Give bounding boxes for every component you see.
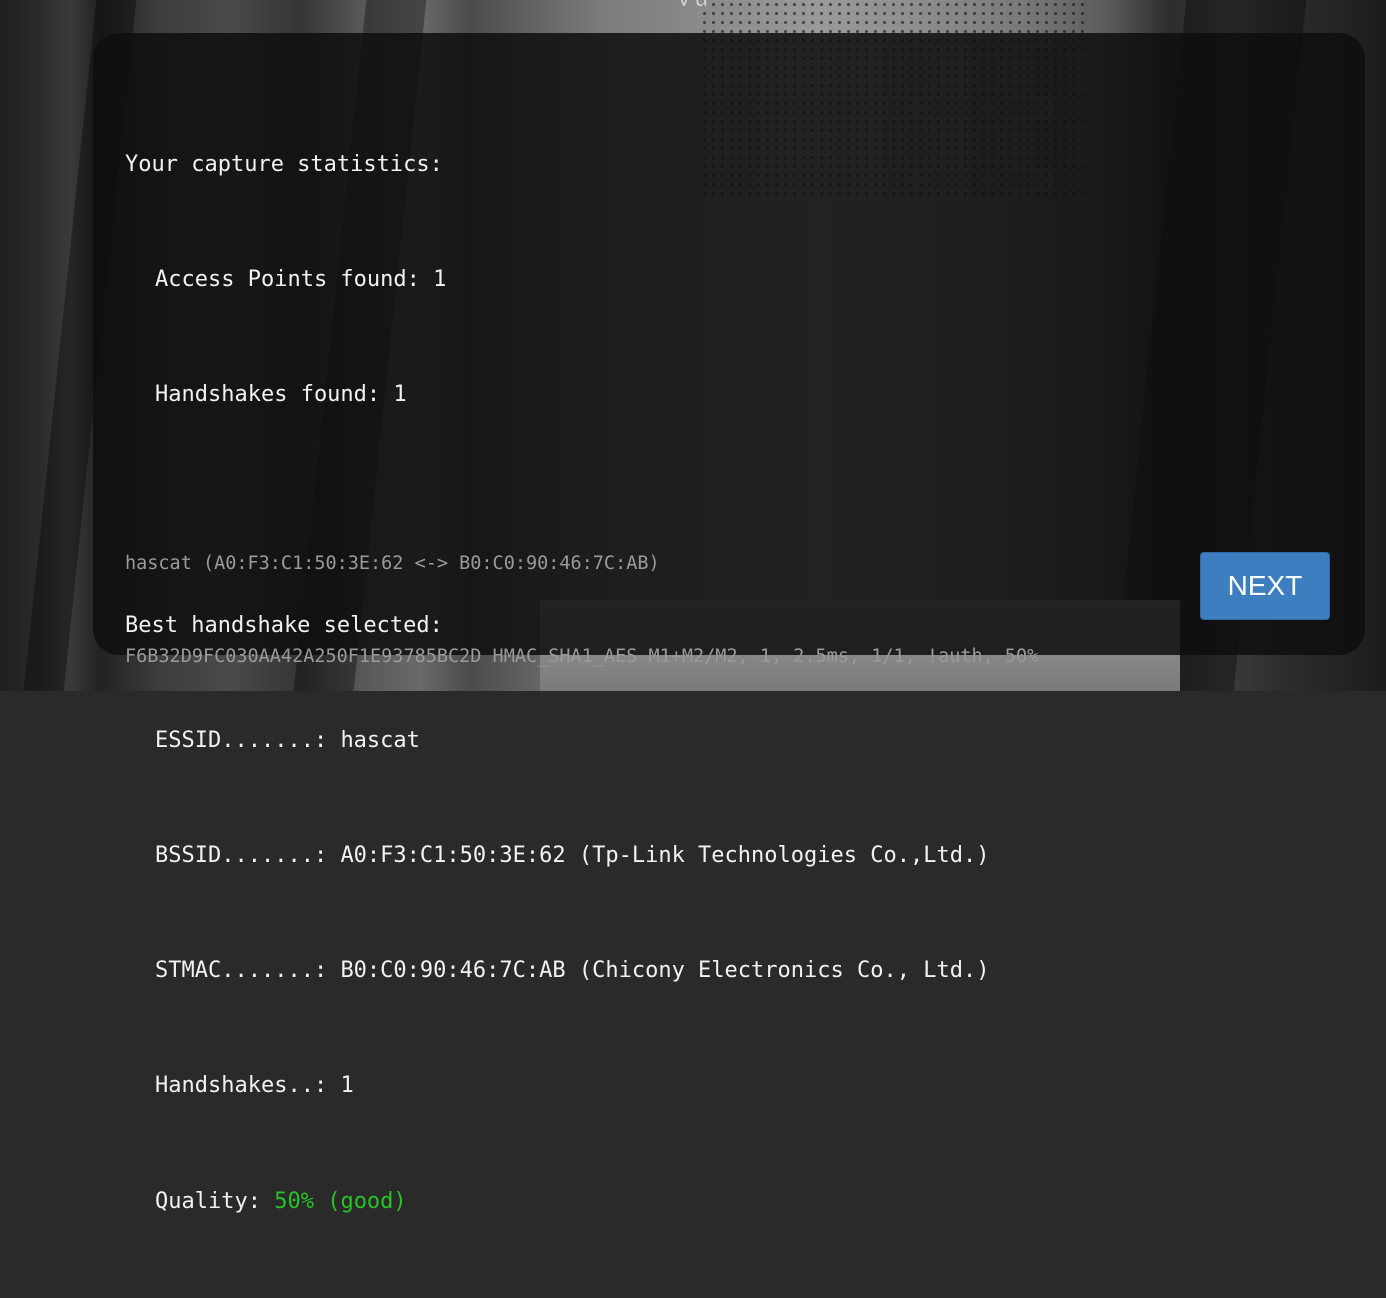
- access-points-value: 1: [433, 267, 447, 293]
- access-points-row: Access Points found: 1: [125, 261, 989, 299]
- bssid-label: BSSID.......:: [155, 843, 341, 869]
- next-button[interactable]: NEXT: [1200, 552, 1330, 620]
- bssid-value: A0:F3:C1:50:3E:62 (Tp-Link Technologies …: [340, 843, 990, 869]
- hash-details: hascat (A0:F3:C1:50:3E:62 <-> B0:C0:90:4…: [125, 486, 1038, 734]
- handshakes-found-row: Handshakes found: 1: [125, 376, 989, 414]
- quality-row: Quality: 50% (good): [125, 1183, 989, 1221]
- results-panel: Your capture statistics: Access Points f…: [93, 33, 1365, 1214]
- handshakes-count-value: 1: [340, 1073, 354, 1099]
- stmac-label: STMAC.......:: [155, 958, 341, 984]
- hash-line-pair: hascat (A0:F3:C1:50:3E:62 <-> B0:C0:90:4…: [125, 553, 660, 574]
- quality-label: Quality:: [155, 1188, 275, 1214]
- page-heading-fragment: y g: [0, 0, 1386, 6]
- stmac-row: STMAC.......: B0:C0:90:46:7C:AB (Chicony…: [125, 952, 989, 990]
- stmac-value: B0:C0:90:46:7C:AB (Chicony Electronics C…: [340, 958, 990, 984]
- access-points-label: Access Points found:: [155, 267, 434, 293]
- bssid-row: BSSID.......: A0:F3:C1:50:3E:62 (Tp-Link…: [125, 837, 989, 875]
- handshakes-count-label: Handshakes..:: [155, 1073, 341, 1099]
- quality-value: 50% (good): [274, 1188, 407, 1214]
- hash-line-digest: F6B32D9FC030AA42A250F1E93785BC2D HMAC_SH…: [125, 646, 1039, 667]
- handshakes-found-value: 1: [393, 382, 407, 408]
- handshakes-count-row: Handshakes..: 1: [125, 1067, 989, 1105]
- capture-stats-title: Your capture statistics:: [125, 151, 443, 177]
- handshakes-found-label: Handshakes found:: [155, 382, 394, 408]
